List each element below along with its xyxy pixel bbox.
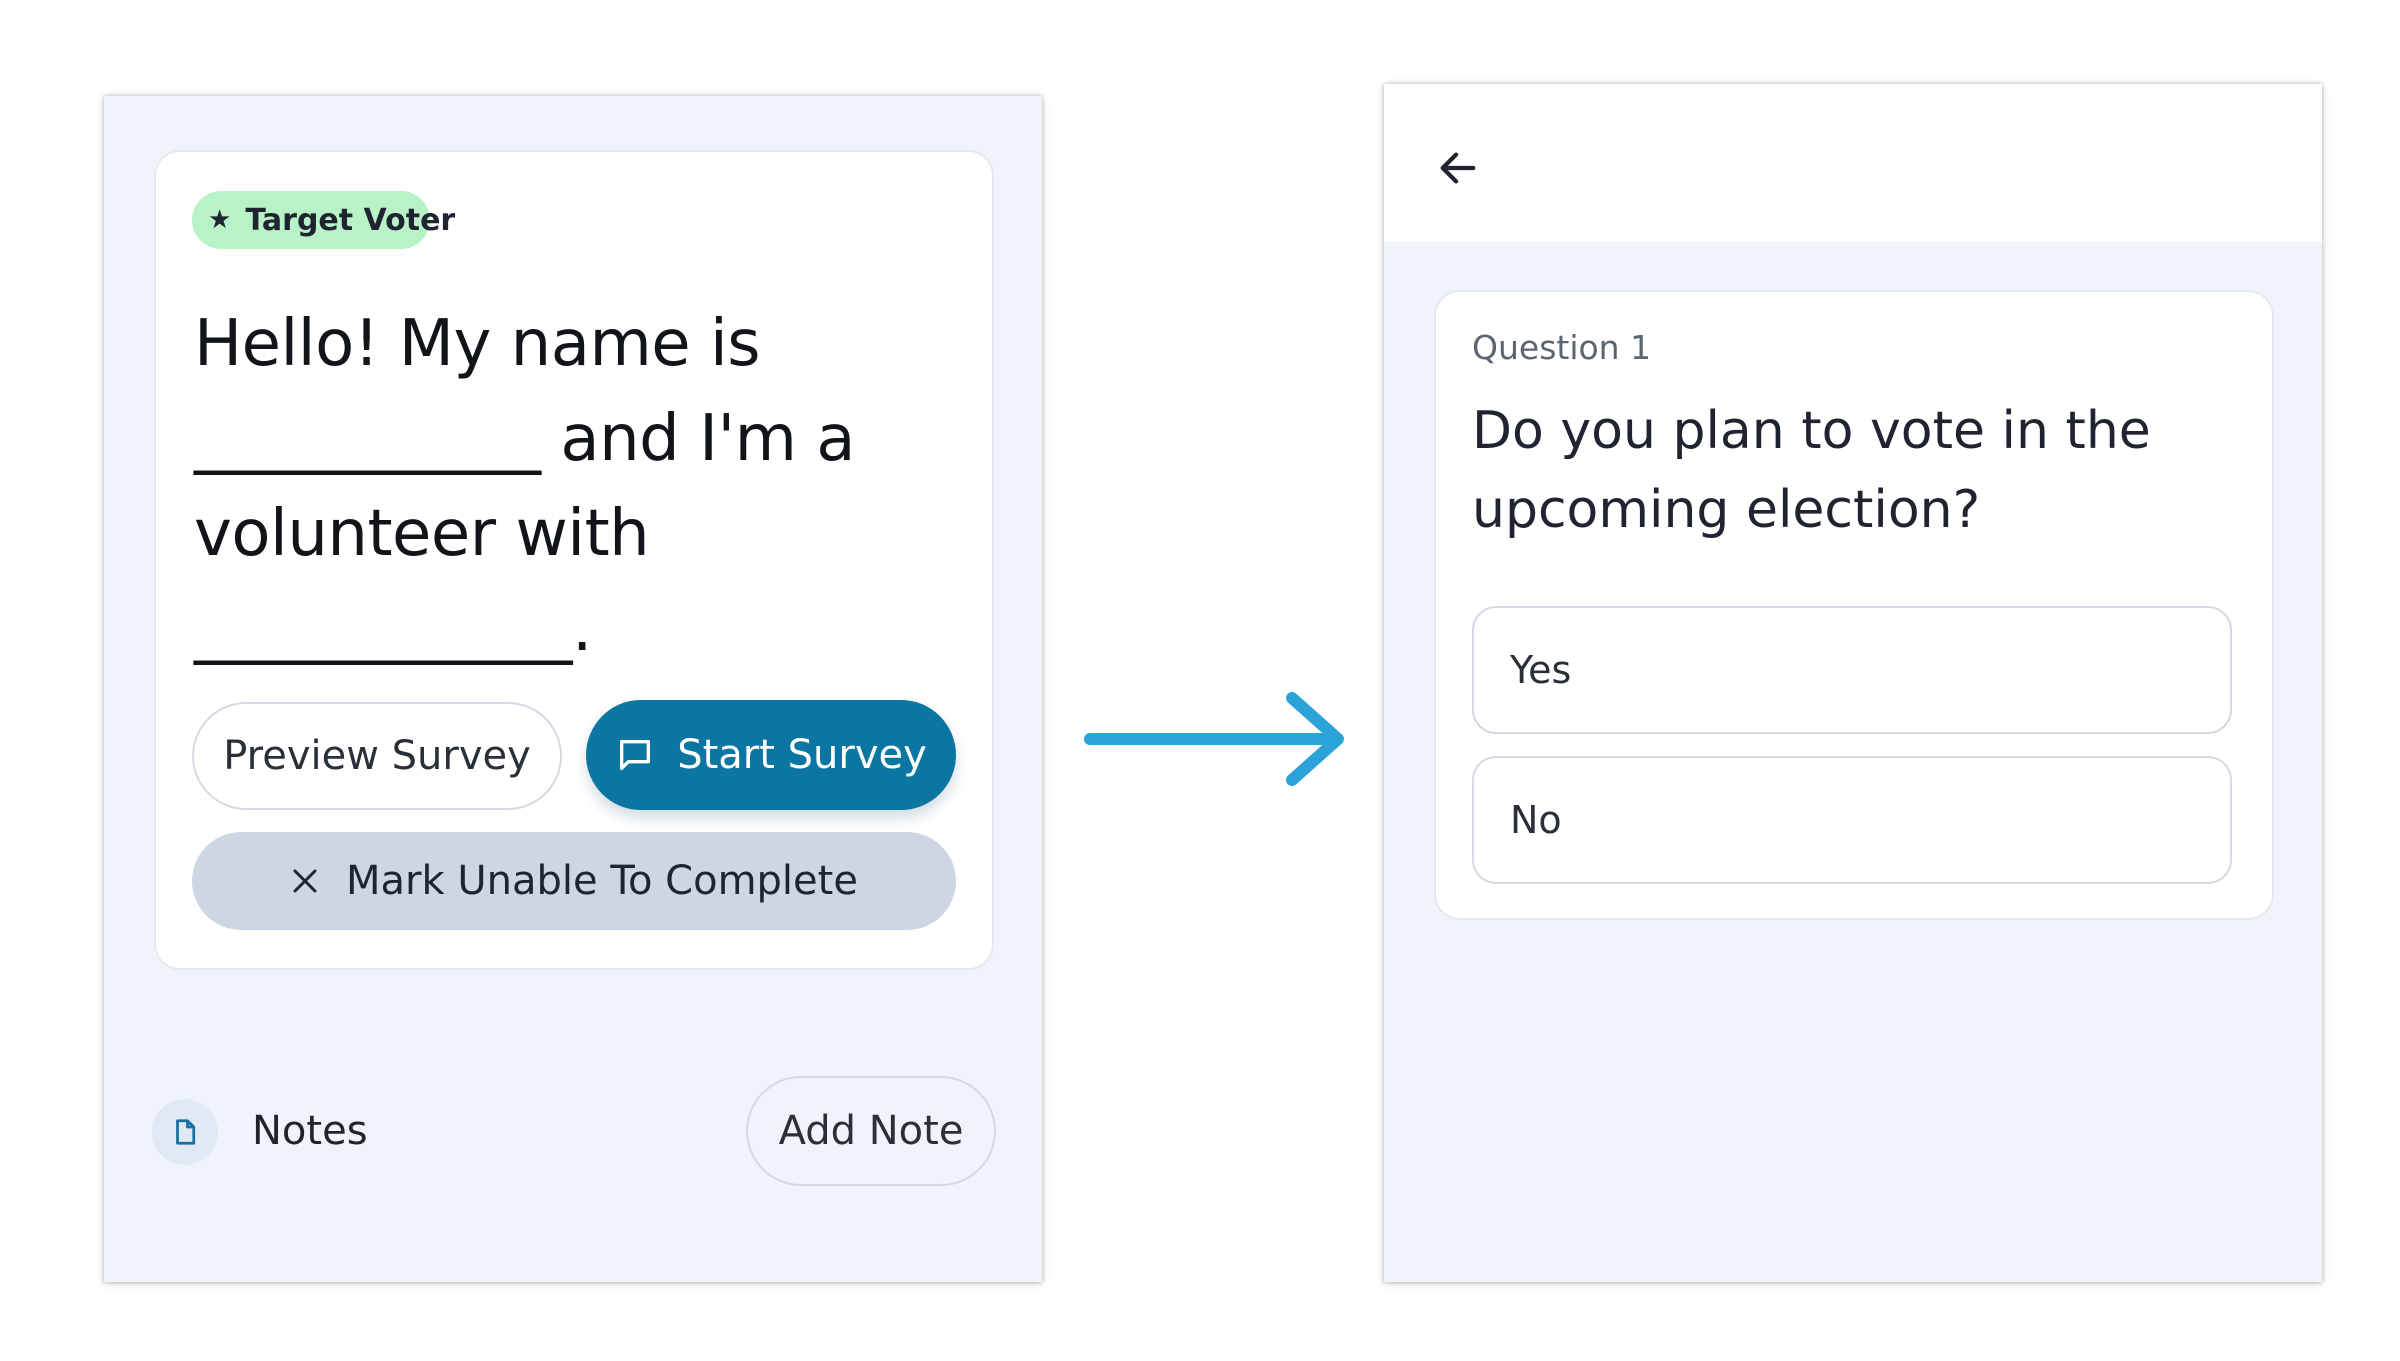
chat-bubble-icon (615, 735, 655, 775)
star-icon: ★ (208, 205, 232, 235)
close-icon (290, 866, 320, 896)
start-survey-label: Start Survey (677, 732, 927, 778)
script-card: ★ Target Voter Hello! My name is _______… (154, 150, 994, 970)
target-voter-badge: ★ Target Voter (192, 191, 455, 249)
arrow-left-icon (1440, 152, 1476, 184)
preview-survey-label: Preview Survey (223, 733, 531, 779)
question-card: Question 1 Do you plan to vote in the up… (1434, 290, 2274, 920)
add-note-button[interactable]: Add Note (746, 1076, 996, 1186)
mark-unable-button[interactable]: Mark Unable To Complete (192, 832, 956, 930)
answer-option-no[interactable]: No (1472, 756, 2232, 884)
answer-option-yes[interactable]: Yes (1472, 606, 2232, 734)
answer-label: Yes (1510, 648, 1572, 692)
mark-unable-label: Mark Unable To Complete (346, 858, 858, 904)
question-text: Do you plan to vote in the upcoming elec… (1472, 401, 2151, 540)
back-button[interactable] (1432, 142, 1484, 194)
script-screen: ★ Target Voter Hello! My name is _______… (104, 96, 1042, 1282)
notes-row: Notes Add Note (152, 1076, 996, 1186)
start-survey-button[interactable]: Start Survey (586, 700, 956, 810)
question-number: Question 1 (1472, 328, 1652, 367)
add-note-label: Add Note (778, 1108, 964, 1154)
preview-survey-button[interactable]: Preview Survey (192, 702, 562, 810)
document-icon (152, 1099, 218, 1165)
script-text: Hello! My name is ___________ and I'm a … (194, 307, 855, 666)
notes-label: Notes (252, 1108, 368, 1154)
survey-screen: Question 1 Do you plan to vote in the up… (1384, 84, 2322, 1282)
badge-label: Target Voter (245, 202, 456, 238)
flow-arrow-icon (1084, 692, 1344, 786)
top-bar (1384, 84, 2322, 242)
answer-label: No (1510, 798, 1562, 842)
